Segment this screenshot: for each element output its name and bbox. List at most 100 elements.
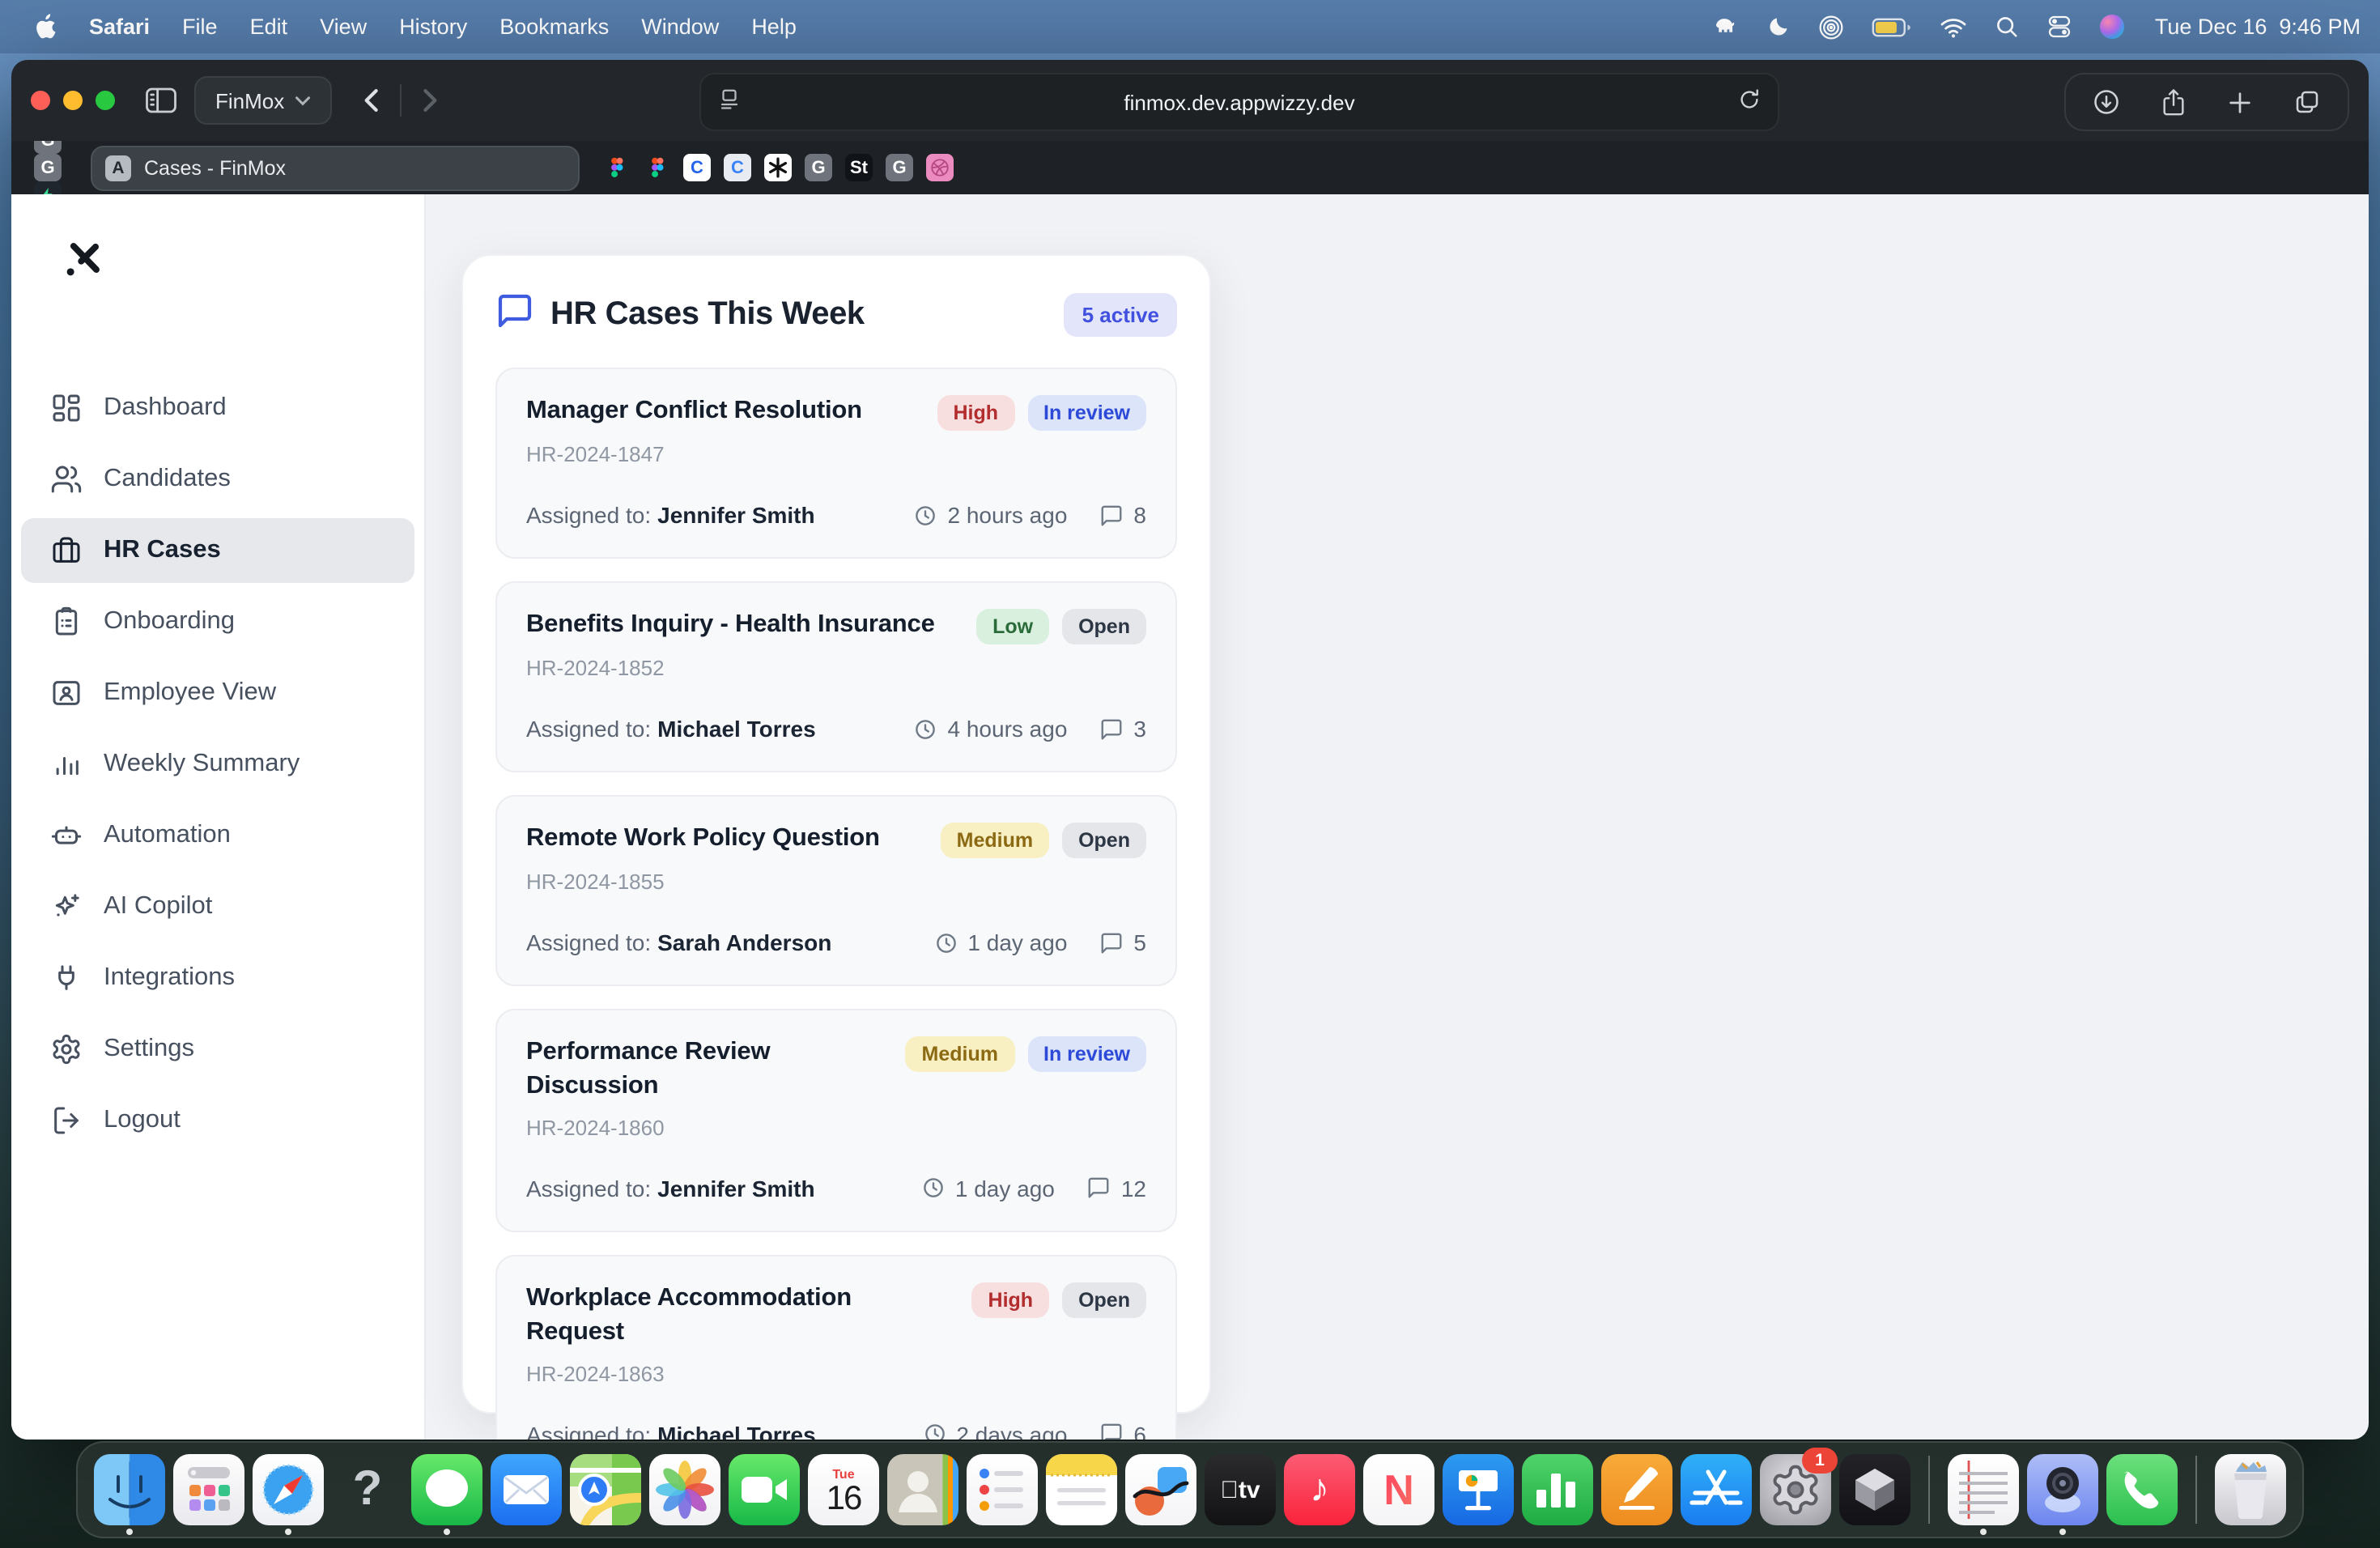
- dock-settings-icon[interactable]: 1: [1760, 1454, 1831, 1525]
- dock-missing-app-icon[interactable]: ?: [332, 1454, 403, 1525]
- chevron-down-icon: [294, 95, 310, 106]
- share-button[interactable]: [2160, 87, 2187, 117]
- menu-item-file[interactable]: File: [166, 15, 234, 39]
- dock-messages-icon[interactable]: [411, 1454, 482, 1525]
- favorite-c-light-icon[interactable]: C: [724, 154, 751, 181]
- case-time: 1 day ago: [967, 929, 1067, 955]
- apple-menu-icon[interactable]: [32, 13, 57, 40]
- sidebar-item-candidates[interactable]: Candidates: [21, 447, 414, 512]
- profile-switcher[interactable]: FinMox: [194, 76, 331, 125]
- notification-badge: 1: [1802, 1448, 1838, 1474]
- hr-cases-panel: HR Cases This Week 5 active Manager Conf…: [461, 254, 1211, 1414]
- dock-music-icon[interactable]: ♪: [1284, 1454, 1355, 1525]
- dock-appletv-icon[interactable]: tv: [1205, 1454, 1276, 1525]
- address-bar[interactable]: finmox.dev.appwizzy.dev: [699, 73, 1779, 131]
- favorite-figma-icon[interactable]: [602, 154, 630, 181]
- spotlight-icon[interactable]: [1995, 15, 2019, 39]
- dock-safari-icon[interactable]: [253, 1454, 324, 1525]
- comment-icon: [1087, 1176, 1111, 1201]
- dock-facetime-icon[interactable]: [729, 1454, 800, 1525]
- menu-item-view[interactable]: View: [304, 15, 383, 39]
- case-card[interactable]: Workplace Accommodation RequestHighOpenH…: [495, 1255, 1177, 1440]
- elephant-icon[interactable]: [1711, 15, 1739, 39]
- dock-cube-app-icon[interactable]: [1839, 1454, 1910, 1525]
- dock-news-icon[interactable]: N: [1363, 1454, 1434, 1525]
- dock-appstore-icon[interactable]: [1681, 1454, 1752, 1525]
- dock-freeform-icon[interactable]: [1125, 1454, 1196, 1525]
- favorite-openai-bw-icon[interactable]: [764, 154, 792, 181]
- new-tab-button[interactable]: [2226, 88, 2254, 116]
- dock-numbers-icon[interactable]: [1522, 1454, 1593, 1525]
- running-indicator: [126, 1529, 133, 1535]
- sidebar-item-settings[interactable]: Settings: [21, 1017, 414, 1082]
- menu-bar-clock[interactable]: Tue Dec 16 9:46 PM: [2155, 15, 2361, 39]
- sidebar-toggle-button[interactable]: [144, 86, 178, 115]
- favorite-dribbble-icon[interactable]: [926, 154, 954, 181]
- case-card[interactable]: Remote Work Policy QuestionMediumOpenHR-…: [495, 795, 1177, 986]
- logout-icon: [50, 1104, 83, 1137]
- dock-calendar-icon[interactable]: Tue16: [808, 1454, 879, 1525]
- case-card[interactable]: Performance Review DiscussionMediumIn re…: [495, 1009, 1177, 1232]
- downloads-button[interactable]: [2092, 87, 2121, 117]
- siri-icon[interactable]: [2100, 15, 2124, 39]
- sidebar-item-onboarding[interactable]: Onboarding: [21, 589, 414, 654]
- dock-reminders-icon[interactable]: [967, 1454, 1038, 1525]
- menu-item-bookmarks[interactable]: Bookmarks: [483, 15, 625, 39]
- control-center-icon[interactable]: [2046, 15, 2072, 39]
- favorite-g-app-icon[interactable]: G: [34, 154, 62, 181]
- dock-photos-icon[interactable]: [649, 1454, 720, 1525]
- page-format-icon[interactable]: [717, 87, 742, 117]
- favorite-figma-icon[interactable]: [643, 154, 670, 181]
- sidebar-item-employee-view[interactable]: Employee View: [21, 661, 414, 725]
- battery-icon[interactable]: [1872, 15, 1912, 38]
- favorite-c-blue-icon[interactable]: C: [683, 154, 711, 181]
- settings-icon: [50, 1033, 83, 1065]
- sidebar-item-label: Weekly Summary: [104, 750, 300, 779]
- sidebar-item-integrations[interactable]: Integrations: [21, 946, 414, 1010]
- back-button[interactable]: [354, 83, 389, 118]
- sidebar-item-logout[interactable]: Logout: [21, 1088, 414, 1153]
- sidebar-item-automation[interactable]: Automation: [21, 803, 414, 868]
- sidebar-item-dashboard[interactable]: Dashboard: [21, 376, 414, 440]
- case-meta-right: 2 hours ago8: [914, 502, 1147, 528]
- forward-button[interactable]: [410, 83, 446, 118]
- zoom-window-button[interactable]: [96, 91, 115, 110]
- menu-item-window[interactable]: Window: [625, 15, 735, 39]
- favorite-st-app-icon[interactable]: St: [845, 154, 873, 181]
- menu-item-edit[interactable]: Edit: [234, 15, 304, 39]
- menu-item-history[interactable]: History: [383, 15, 483, 39]
- dock-launchpad-icon[interactable]: [173, 1454, 244, 1525]
- sidebar-item-weekly-summary[interactable]: Weekly Summary: [21, 732, 414, 797]
- active-tab[interactable]: A Cases - FinMox: [91, 145, 580, 190]
- tab-overview-button[interactable]: [2293, 87, 2322, 117]
- dock-notes-icon[interactable]: [1046, 1454, 1117, 1525]
- sidebar-item-hr-cases[interactable]: HR Cases: [21, 518, 414, 583]
- dock-mail-icon[interactable]: [491, 1454, 562, 1525]
- case-id: HR-2024-1847: [526, 442, 1146, 466]
- minimize-window-button[interactable]: [63, 91, 83, 110]
- dock-phone-icon[interactable]: [2106, 1454, 2178, 1525]
- dock-trash-icon[interactable]: [2215, 1454, 2286, 1525]
- dock-screen-tool-icon[interactable]: [2027, 1454, 2098, 1525]
- dock-finder-icon[interactable]: [94, 1454, 165, 1525]
- dock-maps-icon[interactable]: [570, 1454, 641, 1525]
- close-window-button[interactable]: [31, 91, 50, 110]
- sidebar-item-ai-copilot[interactable]: AI Copilot: [21, 874, 414, 939]
- dock-pages-icon[interactable]: [1601, 1454, 1672, 1525]
- dock-contacts-icon[interactable]: [887, 1454, 958, 1525]
- favorite-g-app-icon[interactable]: G: [805, 154, 832, 181]
- case-card[interactable]: Benefits Inquiry - Health InsuranceLowOp…: [495, 581, 1177, 772]
- wifi-icon[interactable]: [1940, 15, 1967, 38]
- running-indicator: [444, 1529, 450, 1535]
- reload-icon[interactable]: [1737, 87, 1762, 117]
- case-assignee: Assigned to:Jennifer Smith: [526, 502, 815, 528]
- case-card[interactable]: Manager Conflict ResolutionHighIn review…: [495, 368, 1177, 559]
- airdrop-icon[interactable]: [1818, 14, 1844, 40]
- dock-textedit-icon[interactable]: [1948, 1454, 2019, 1525]
- dock-keynote-icon[interactable]: [1443, 1454, 1514, 1525]
- menu-item-safari[interactable]: Safari: [73, 15, 166, 39]
- menu-item-help[interactable]: Help: [735, 15, 813, 39]
- focus-moon-icon[interactable]: [1766, 15, 1791, 39]
- favorite-g-app-icon[interactable]: G: [886, 154, 913, 181]
- desktop: Safari File Edit View History Bookmarks …: [0, 0, 2380, 1548]
